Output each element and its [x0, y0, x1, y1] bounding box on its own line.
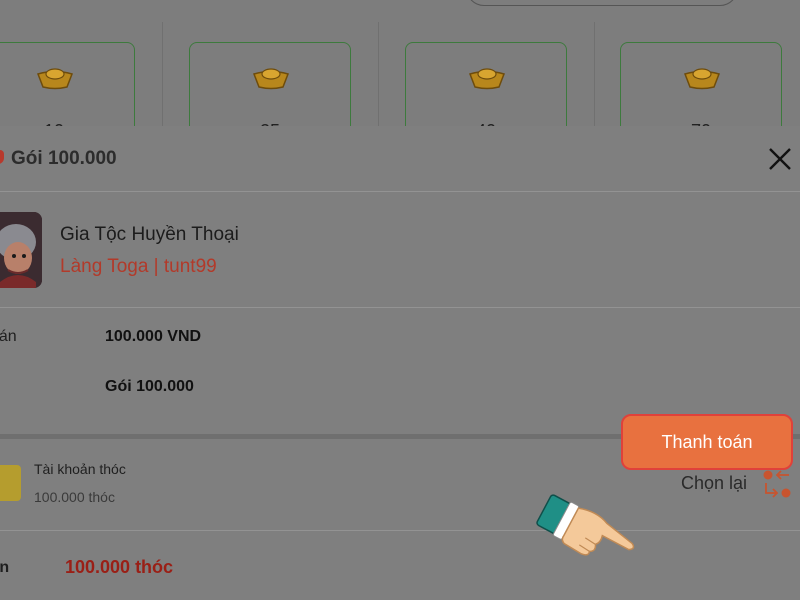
modal-title: Gói 100.000	[11, 148, 117, 169]
total-value: 100.000 thóc	[65, 557, 174, 577]
background-divider	[594, 22, 595, 126]
close-icon[interactable]	[765, 144, 795, 174]
total-label: iền	[0, 559, 10, 576]
background-divider	[378, 22, 379, 126]
pointing-hand-icon	[536, 494, 635, 556]
detail-row: oán 100.000 VND	[0, 318, 800, 358]
gold-ingot-icon	[684, 68, 720, 90]
game-info: Gia Tộc Huyền Thoại Làng Toga | tunt99	[0, 192, 800, 308]
swap-icon[interactable]	[762, 469, 792, 499]
background-search-box	[466, 0, 738, 6]
gold-ingot-icon	[37, 68, 73, 90]
checkout-modal: Gói 100.000 Gia Tộc Huyền Thoại Làng Tog…	[0, 126, 800, 600]
background-divider	[162, 22, 163, 126]
total-row: iền 100.000 thóc	[0, 531, 800, 600]
reselect-button[interactable]: Chọn lại	[681, 473, 747, 494]
detail-value: Gói 100.000	[105, 378, 194, 395]
payment-balance: 100.000 thóc	[34, 489, 115, 505]
game-name: Gia Tộc Huyền Thoại	[60, 224, 239, 245]
detail-row: ả Gói 100.000	[0, 368, 800, 408]
wallet-icon	[0, 465, 21, 501]
detail-value: 100.000 VND	[105, 328, 202, 345]
modal-header: Gói 100.000	[0, 126, 800, 192]
server-player: Làng Toga | tunt99	[60, 256, 217, 277]
gold-ingot-icon	[253, 68, 289, 90]
gold-ingot-icon	[469, 68, 505, 90]
pay-button[interactable]: Thanh toán	[621, 414, 793, 470]
detail-label: oán	[0, 328, 17, 345]
payment-method-title: Tài khoản thóc	[34, 461, 126, 477]
tag-icon	[0, 150, 4, 164]
game-thumbnail	[0, 212, 42, 288]
